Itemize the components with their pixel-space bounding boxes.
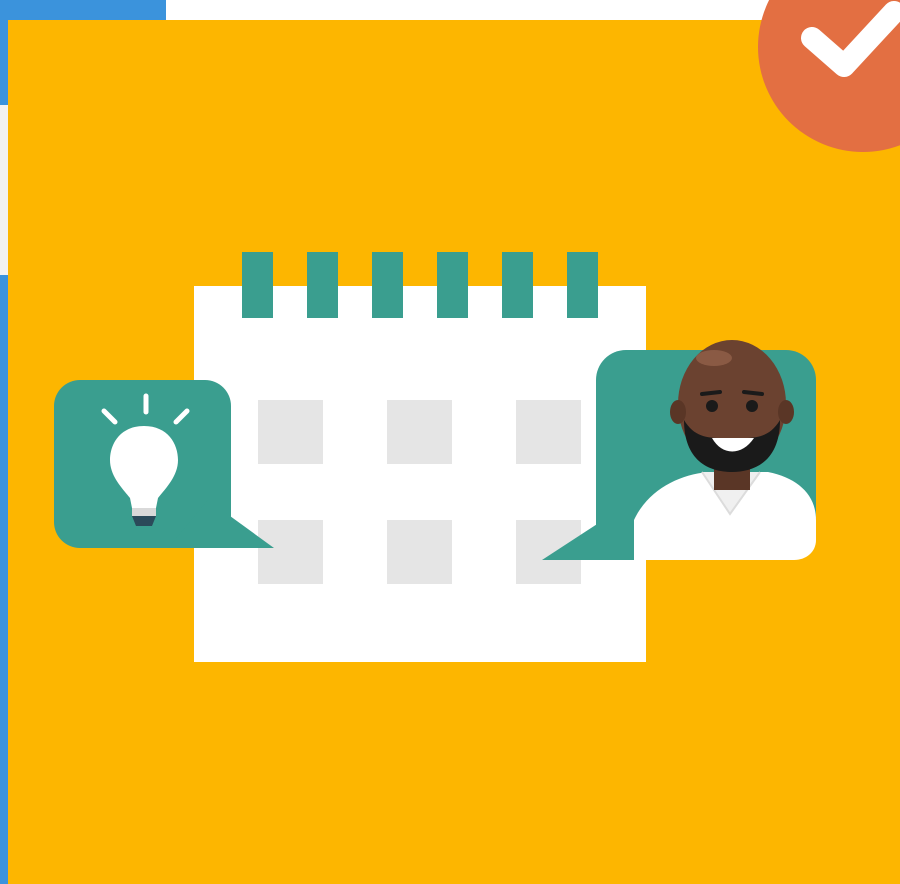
calendar-icon xyxy=(194,252,646,662)
completed-badge[interactable] xyxy=(758,0,900,152)
screenshot-stage xyxy=(0,0,900,884)
checkmark-icon xyxy=(801,1,900,77)
